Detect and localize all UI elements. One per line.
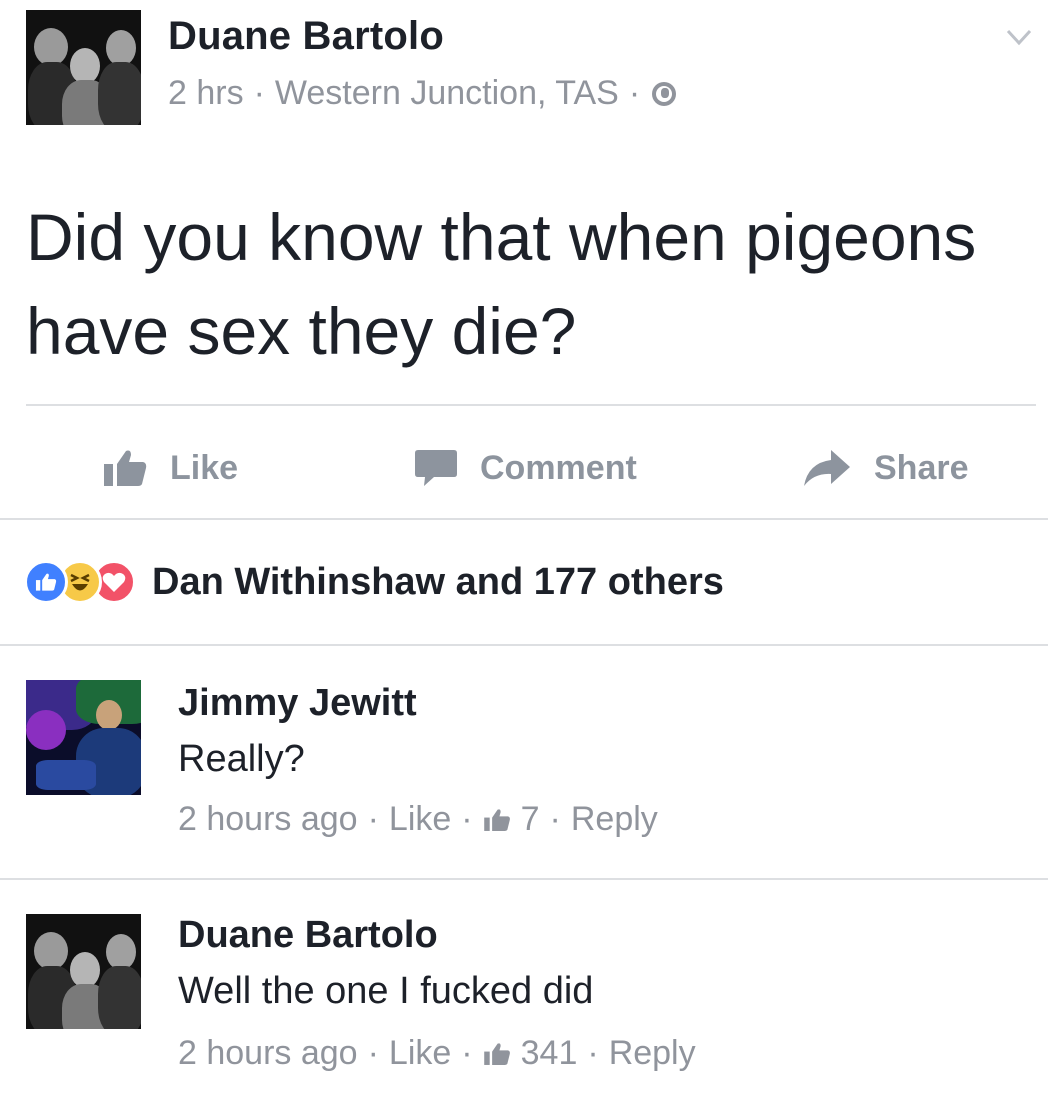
share-button[interactable]: Share	[802, 444, 969, 492]
share-arrow-icon	[804, 450, 850, 486]
like-reaction-icon	[24, 560, 68, 604]
comment-author-avatar[interactable]	[26, 914, 141, 1029]
comment-button-label: Comment	[480, 448, 637, 487]
meta-separator: ·	[253, 74, 265, 112]
divider	[0, 878, 1048, 880]
comment-meta: 2 hours ago · Like · 341 · Reply	[178, 1034, 696, 1073]
comment-text: Well the one I fucked did	[178, 970, 594, 1012]
thumbs-up-icon	[483, 808, 510, 831]
post-location[interactable]: Western Junction, TAS	[275, 74, 619, 113]
post-meta: 2 hrs · Western Junction, TAS ·	[168, 74, 677, 113]
comment-bubble-icon	[415, 450, 457, 486]
reactions-summary-text: Dan Withinshaw and 177 others	[152, 560, 724, 603]
comment-button[interactable]: Comment	[414, 444, 637, 492]
thumbs-up-icon	[483, 1042, 510, 1065]
meta-separator: ·	[628, 74, 641, 112]
divider	[0, 518, 1048, 520]
like-button[interactable]: Like	[102, 444, 238, 492]
thumbs-up-icon	[104, 450, 147, 486]
divider	[26, 404, 1036, 406]
comment-time[interactable]: 2 hours ago	[178, 1034, 358, 1073]
post-author-avatar[interactable]	[26, 10, 141, 125]
comment-like-link[interactable]: Like	[389, 1034, 451, 1073]
comment-reply-link[interactable]: Reply	[609, 1034, 696, 1073]
globe-icon	[652, 81, 677, 106]
comment-author-name[interactable]: Jimmy Jewitt	[178, 682, 417, 725]
comment-text: Really?	[178, 738, 305, 780]
comment-meta: 2 hours ago · Like · 7 · Reply	[178, 800, 658, 839]
comment-like-count[interactable]: 341	[521, 1034, 578, 1073]
post-text: Did you know that when pigeons have sex …	[26, 200, 977, 368]
like-button-label: Like	[170, 448, 239, 487]
chevron-down-icon[interactable]	[1004, 22, 1034, 52]
divider	[0, 644, 1048, 646]
comment-reply-link[interactable]: Reply	[571, 800, 658, 839]
comment-author-avatar[interactable]	[26, 680, 141, 795]
post-time[interactable]: 2 hrs	[168, 74, 244, 113]
comment-author-name[interactable]: Duane Bartolo	[178, 914, 438, 957]
comment-like-count[interactable]: 7	[521, 800, 540, 839]
post-author-name[interactable]: Duane Bartolo	[168, 14, 444, 59]
share-button-label: Share	[874, 448, 969, 487]
comment-like-link[interactable]: Like	[389, 800, 451, 839]
comment-time[interactable]: 2 hours ago	[178, 800, 358, 839]
reactions-summary[interactable]: Dan Withinshaw and 177 others	[24, 556, 724, 608]
